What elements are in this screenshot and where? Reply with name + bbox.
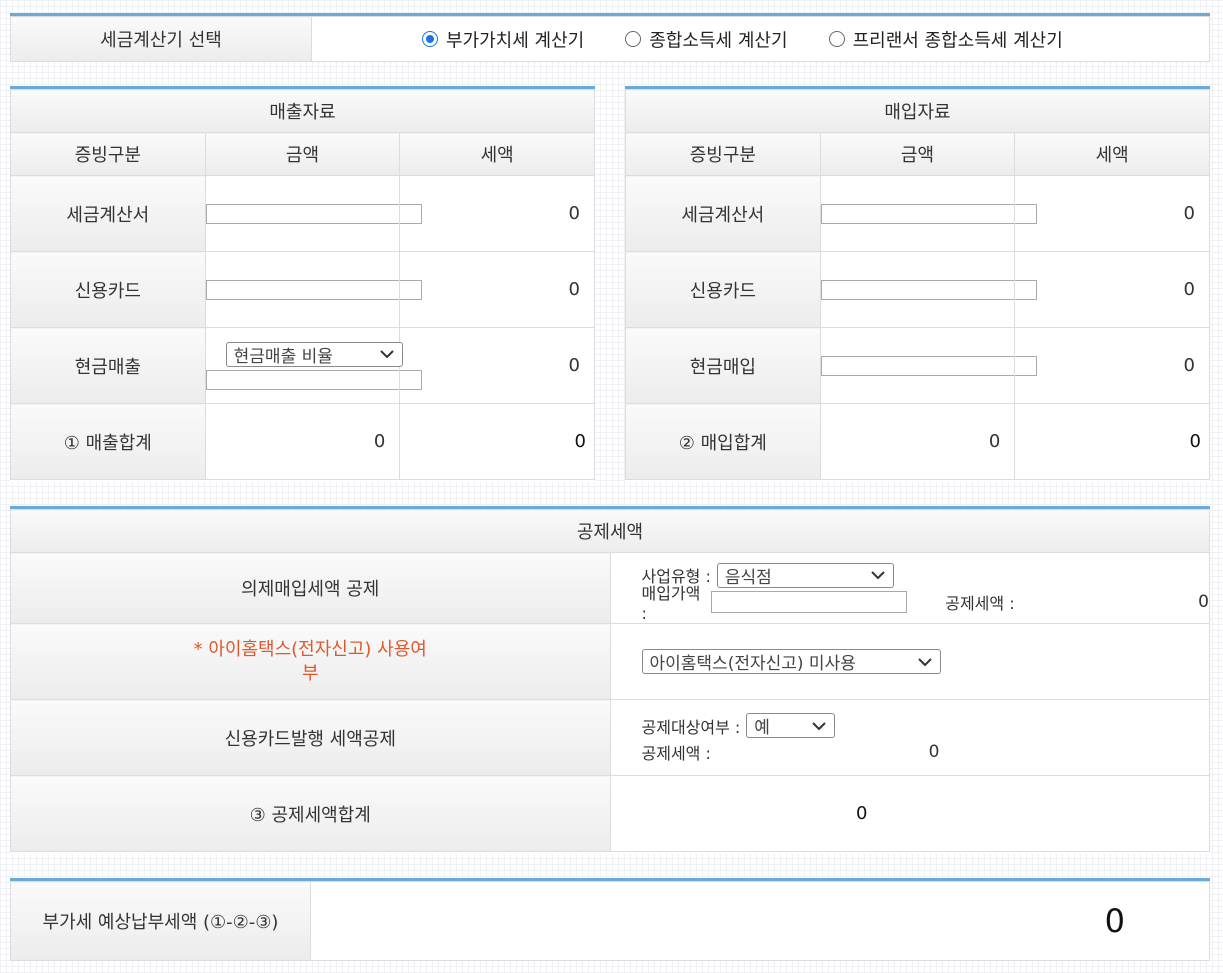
purchase-col-type: 증빙구분: [625, 132, 821, 176]
sales-row-label: 현금매출: [10, 327, 206, 404]
radio-selected-icon[interactable]: [422, 31, 438, 47]
card-deduction-label: 신용카드발행 세액공제: [10, 699, 611, 776]
sales-card-tax: 0: [399, 251, 595, 328]
cash-sales-ratio-select[interactable]: 현금매출 비율: [225, 341, 403, 367]
chevron-down-icon: [871, 571, 885, 580]
biz-type-value: 음식점: [724, 567, 772, 588]
radio-income-tax[interactable]: 종합소득세 계산기: [625, 29, 788, 51]
purchase-row-label: 현금매입: [625, 327, 821, 404]
sales-total-label: ① 매출합계: [10, 403, 206, 480]
purchase-col-tax: 세액: [1014, 132, 1210, 176]
purchase-cash-amount-input[interactable]: [820, 355, 1037, 376]
chevron-down-icon: [917, 657, 932, 666]
biz-type-select[interactable]: 음식점: [716, 562, 894, 588]
radio-freelancer-tax-label: 프리랜서 종합소득세 계산기: [852, 30, 1063, 51]
cash-sales-amount-input[interactable]: [205, 369, 422, 390]
deduction-title: 공제세액: [10, 509, 1210, 553]
chevron-down-icon: [379, 350, 394, 359]
purchase-price-label: 매입가액 :: [641, 584, 701, 623]
result-value: 0: [310, 881, 1210, 961]
purchase-invoice-amount-input[interactable]: [820, 203, 1037, 224]
deemed-deduct-label: 공제세액 :: [945, 593, 1015, 613]
purchase-total-tax: 0: [1014, 403, 1210, 480]
hometax-value: 아이홈택스(전자신고) 미사용: [649, 654, 856, 674]
sales-col-tax: 세액: [399, 132, 595, 176]
result-section: 부가세 예상납부세액 (①-②-③) 0: [10, 878, 1210, 961]
sales-cash-tax: 0: [399, 327, 595, 404]
sales-section: 매출자료 증빙구분 금액 세액 세금계산서 0 신용카드 0 현금매출 현금매출…: [10, 86, 595, 482]
purchase-col-amount: 금액: [819, 132, 1016, 176]
calculator-selector: 세금계산기 선택 부가가치세 계산기 종합소득세 계산기 프리랜서 종합소득세 …: [10, 13, 1210, 62]
card-target-value: 예: [754, 718, 770, 738]
cash-sales-ratio-value: 현금매출 비율: [233, 346, 333, 367]
purchase-cash-tax: 0: [1014, 327, 1210, 404]
sales-title: 매출자료: [10, 89, 595, 133]
radio-freelancer-tax[interactable]: 프리랜서 종합소득세 계산기: [828, 29, 1063, 51]
deemed-deduct-value: 0: [1198, 591, 1209, 612]
purchase-price-input[interactable]: [710, 590, 908, 613]
purchase-invoice-tax: 0: [1014, 175, 1210, 252]
purchase-total-label: ② 매입합계: [625, 403, 821, 480]
card-target-label: 공제대상여부 :: [641, 717, 741, 737]
radio-vat[interactable]: 부가가치세 계산기: [422, 29, 585, 51]
hometax-label-line1: * 아이홈택스(전자신고) 사용여: [193, 638, 427, 660]
radio-unselected-icon[interactable]: [828, 31, 845, 47]
deemed-purchase-label: 의제매입세액 공제: [10, 552, 611, 624]
purchase-row-label: 신용카드: [625, 251, 821, 328]
sales-invoice-tax: 0: [399, 175, 595, 252]
purchase-total-amount: 0: [819, 403, 1016, 480]
sales-invoice-amount-input[interactable]: [205, 203, 422, 224]
radio-vat-label: 부가가치세 계산기: [446, 30, 585, 51]
deduction-total-label: ③ 공제세액합계: [10, 775, 611, 852]
hometax-select[interactable]: 아이홈택스(전자신고) 미사용: [641, 649, 941, 674]
sales-col-amount: 금액: [204, 132, 401, 176]
result-label: 부가세 예상납부세액 (①-②-③): [10, 881, 311, 961]
card-deduct-label: 공제세액 :: [641, 743, 711, 763]
radio-income-tax-label: 종합소득세 계산기: [649, 30, 788, 51]
chevron-down-icon: [812, 721, 827, 730]
sales-row-label: 신용카드: [10, 251, 206, 328]
purchase-card-tax: 0: [1014, 251, 1210, 328]
purchase-row-label: 세금계산서: [625, 175, 821, 252]
card-target-select[interactable]: 예: [746, 713, 836, 738]
sales-card-amount-input[interactable]: [205, 279, 422, 300]
deduction-section: 공제세액 의제매입세액 공제 사업유형 : 음식점 매입가액 : 공제세액 : …: [10, 506, 1210, 854]
purchase-section: 매입자료 증빙구분 금액 세액 세금계산서 0 신용카드 0 현금매입 0 ② …: [625, 86, 1210, 482]
sales-total-tax: 0: [399, 403, 595, 480]
sales-col-type: 증빙구분: [10, 132, 206, 176]
radio-unselected-icon[interactable]: [625, 31, 642, 47]
sales-total-amount: 0: [204, 403, 401, 480]
card-deduct-value: 0: [928, 741, 940, 762]
purchase-title: 매입자료: [625, 89, 1210, 133]
hometax-label-line2: 부: [301, 662, 319, 684]
purchase-card-amount-input[interactable]: [820, 279, 1037, 300]
deduction-total-value: 0: [856, 803, 868, 824]
sales-row-label: 세금계산서: [10, 175, 206, 252]
selector-label: 세금계산기 선택: [10, 16, 312, 62]
